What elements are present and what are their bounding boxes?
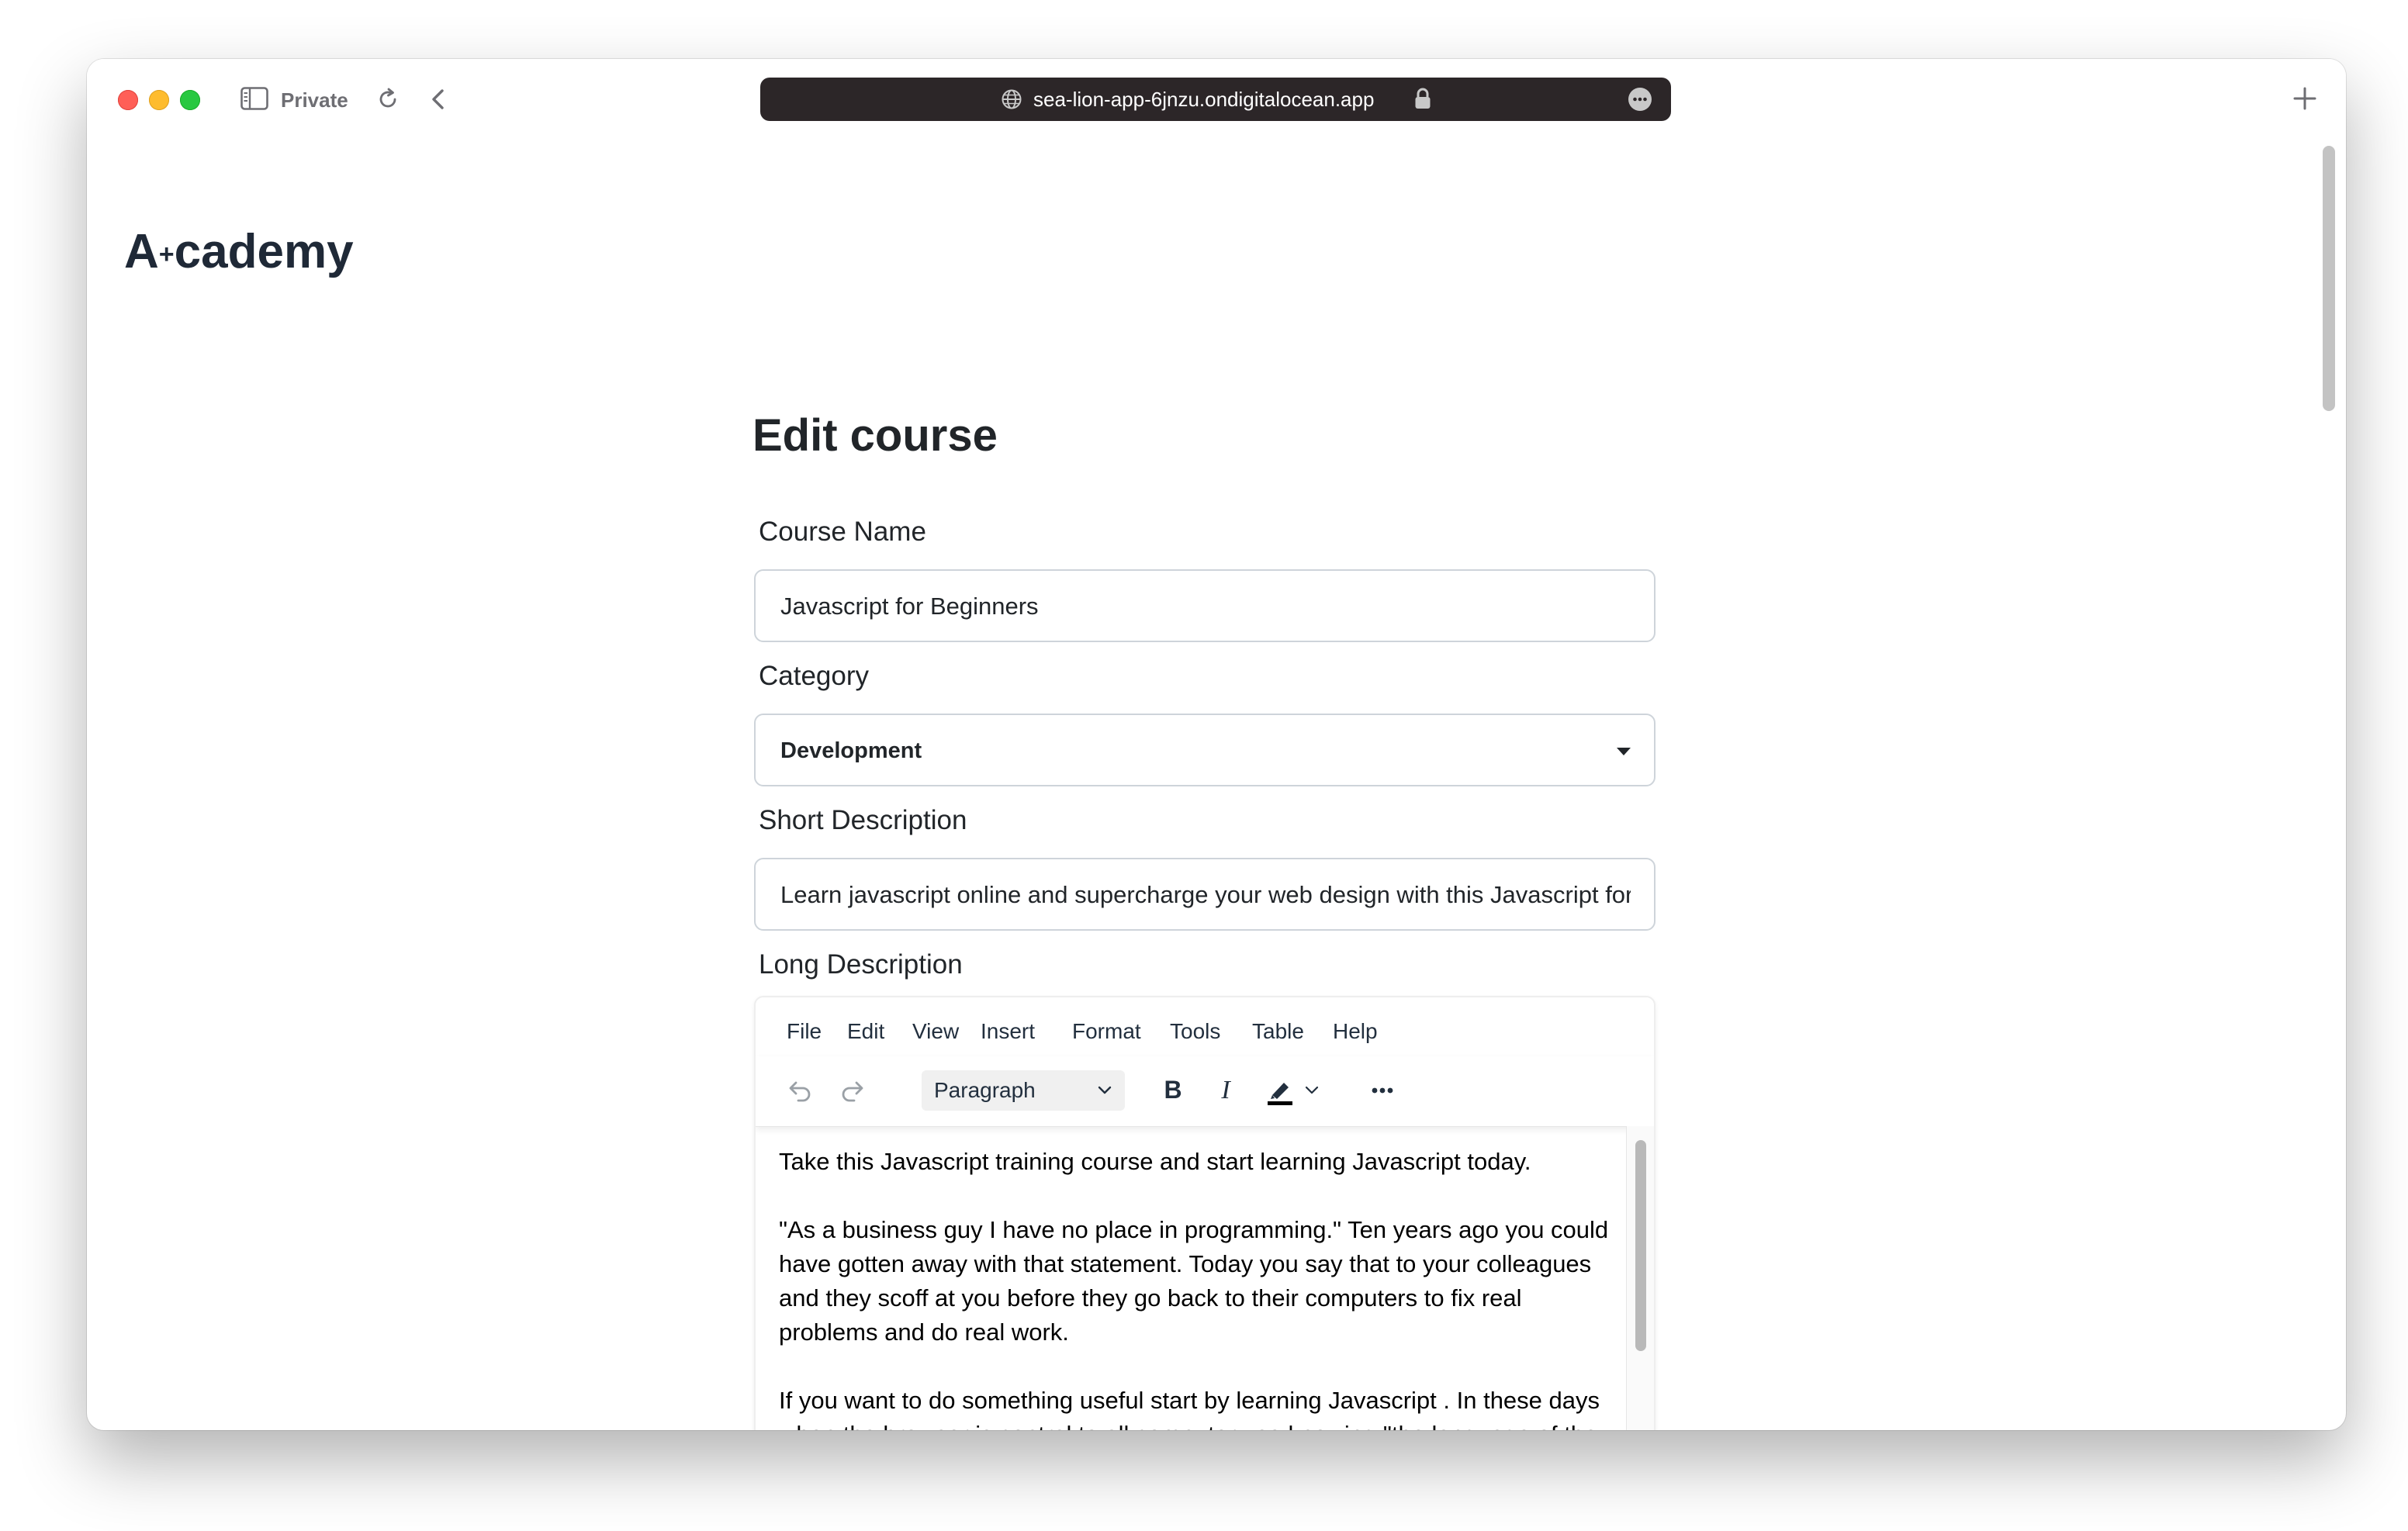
content-paragraph: If you want to do something useful start… bbox=[779, 1387, 1600, 1430]
site-logo[interactable]: A+cademy bbox=[124, 225, 354, 286]
course-name-value: Javascript for Beginners bbox=[780, 593, 1039, 620]
menu-tools[interactable]: Tools bbox=[1170, 1018, 1220, 1045]
title-bar: Private sea-lion-app-6jnzu.ondigitalocea… bbox=[87, 59, 2346, 140]
page-content: A+cademy Edit course Course Name Javascr… bbox=[87, 140, 2346, 1430]
globe-icon bbox=[1002, 89, 1022, 109]
new-tab-icon[interactable] bbox=[2290, 84, 2320, 113]
address-bar[interactable]: sea-lion-app-6jnzu.ondigitalocean.app bbox=[760, 78, 1671, 121]
highlight-color-icon[interactable] bbox=[1263, 1073, 1297, 1108]
menu-format[interactable]: Format bbox=[1072, 1018, 1141, 1045]
long-description-label: Long Description bbox=[759, 949, 963, 980]
bold-icon[interactable]: B bbox=[1156, 1073, 1190, 1108]
caret-down-icon bbox=[1617, 748, 1631, 755]
rich-text-editor[interactable]: File Edit View Insert Format Tools Table… bbox=[754, 996, 1656, 1430]
chevron-down-icon[interactable] bbox=[1300, 1073, 1323, 1108]
italic-icon[interactable]: I bbox=[1209, 1073, 1243, 1108]
editor-toolbar: Paragraph B I bbox=[756, 1056, 1654, 1127]
content-paragraph: Take this Javascript training course and… bbox=[779, 1148, 1531, 1175]
category-select[interactable]: Development bbox=[754, 714, 1656, 786]
url-text: sea-lion-app-6jnzu.ondigitalocean.app bbox=[1033, 88, 1375, 111]
menu-table[interactable]: Table bbox=[1252, 1018, 1304, 1045]
browser-window: Private sea-lion-app-6jnzu.ondigitalocea… bbox=[87, 59, 2346, 1430]
lock-icon bbox=[1415, 88, 1431, 109]
category-selected-value: Development bbox=[780, 738, 922, 763]
redo-icon[interactable] bbox=[836, 1073, 870, 1108]
menu-view[interactable]: View bbox=[912, 1018, 959, 1045]
category-label: Category bbox=[759, 661, 870, 691]
block-format-select[interactable]: Paragraph bbox=[922, 1070, 1125, 1111]
reload-icon[interactable] bbox=[374, 85, 402, 113]
menu-insert[interactable]: Insert bbox=[981, 1018, 1035, 1045]
editor-menubar: File Edit View Insert Format Tools Table… bbox=[756, 997, 1654, 1056]
menu-help[interactable]: Help bbox=[1333, 1018, 1378, 1045]
svg-text:I: I bbox=[1220, 1076, 1231, 1104]
course-name-label: Course Name bbox=[759, 517, 926, 547]
more-options-icon[interactable] bbox=[1365, 1073, 1399, 1108]
page-title: Edit course bbox=[752, 410, 998, 461]
block-format-value: Paragraph bbox=[934, 1078, 1036, 1102]
svg-text:B: B bbox=[1164, 1076, 1182, 1104]
short-description-value: Learn javascript online and supercharge … bbox=[780, 881, 1631, 908]
close-window-button[interactable] bbox=[118, 90, 138, 110]
short-description-label: Short Description bbox=[759, 805, 967, 835]
page-scrollbar-thumb[interactable] bbox=[2323, 146, 2335, 411]
editor-scrollbar-thumb[interactable] bbox=[1635, 1140, 1646, 1351]
content-paragraph: "As a business guy I have no place in pr… bbox=[779, 1216, 1609, 1346]
short-description-input[interactable]: Learn javascript online and supercharge … bbox=[754, 858, 1656, 931]
editor-content[interactable]: Take this Javascript training course and… bbox=[779, 1145, 1609, 1430]
menu-edit[interactable]: Edit bbox=[847, 1018, 884, 1045]
course-name-input[interactable]: Javascript for Beginners bbox=[754, 569, 1656, 642]
chevron-down-icon bbox=[1098, 1086, 1112, 1094]
page-menu-icon[interactable] bbox=[1628, 87, 1652, 112]
menu-file[interactable]: File bbox=[787, 1018, 822, 1045]
private-label: Private bbox=[281, 88, 348, 112]
back-icon[interactable] bbox=[425, 85, 453, 113]
sidebar-icon[interactable] bbox=[240, 87, 268, 110]
maximize-window-button[interactable] bbox=[180, 90, 200, 110]
undo-icon[interactable] bbox=[782, 1073, 816, 1108]
minimize-window-button[interactable] bbox=[149, 90, 169, 110]
